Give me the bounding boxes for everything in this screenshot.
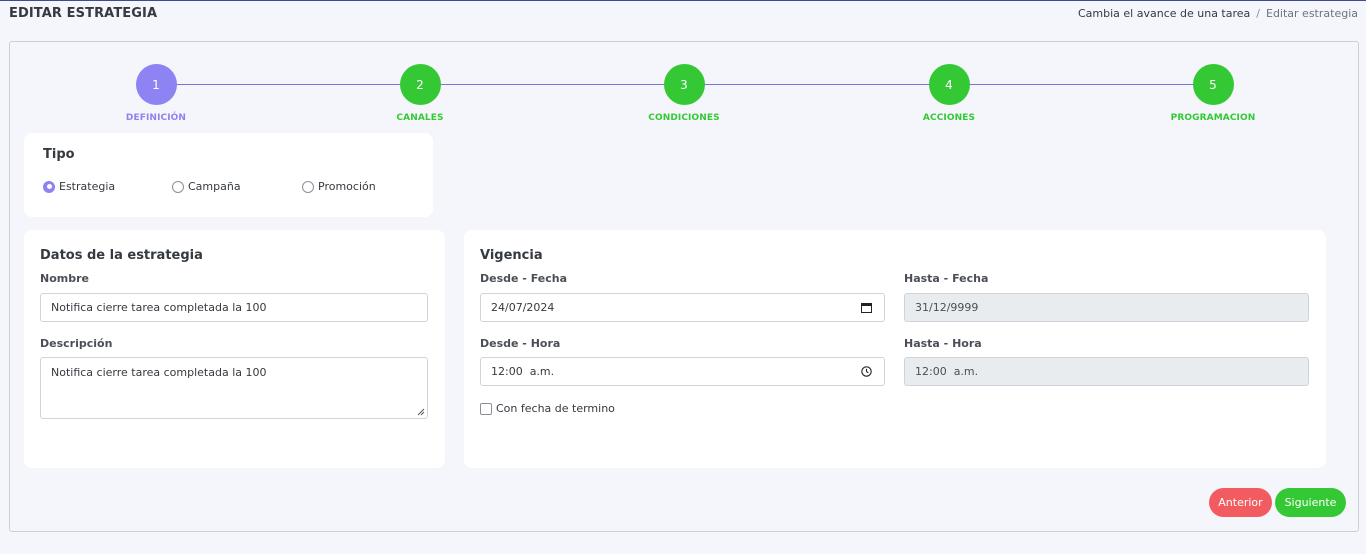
radio-promocion[interactable]: Promoción [302,180,376,193]
tipo-card: Tipo Estrategia Campaña Promoción [24,133,433,217]
step-label: DEFINICIÓN [125,113,187,123]
hasta-hora-label: Hasta - Hora [904,337,982,350]
descripcion-textarea[interactable]: Notifica cierre tarea completada la 100 [40,357,428,419]
step-programacion[interactable]: 5 PROGRAMACION [1153,64,1273,123]
hasta-fecha-value: 31/12/9999 [915,301,979,314]
desde-fecha-input[interactable]: 24/07/2024 [480,293,885,322]
step-label: CONDICIONES [648,113,720,123]
radio-unchecked-icon [302,180,314,193]
descripcion-value: Notifica cierre tarea completada la 100 [51,366,267,379]
vigencia-title: Vigencia [480,248,543,263]
checkbox-icon [480,402,492,415]
calendar-icon[interactable] [861,302,872,313]
radio-checked-icon [43,180,55,193]
step-circle: 4 [928,64,970,105]
desde-fecha-label: Desde - Fecha [480,272,568,285]
tipo-title: Tipo [43,147,75,162]
desde-fecha-value: 24/07/2024 [491,301,555,314]
hasta-fecha-label: Hasta - Fecha [904,272,989,285]
step-condiciones[interactable]: 3 CONDICIONES [624,64,744,123]
datos-title: Datos de la estrategia [40,248,203,263]
radio-label: Estrategia [59,180,116,193]
step-definicion[interactable]: 1 DEFINICIÓN [96,64,216,123]
nombre-label: Nombre [40,272,89,285]
desde-hora-value: 12:00 a.m. [491,365,555,378]
hasta-hora-input: 12:00 a.m. [904,357,1309,386]
hasta-hora-value: 12:00 a.m. [915,365,979,378]
con-fecha-termino-checkbox[interactable]: Con fecha de termino [480,402,615,415]
nombre-value: Notifica cierre tarea completada la 100 [51,301,267,314]
page-title: EDITAR ESTRATEGIA [9,6,158,21]
step-label: CANALES [396,113,444,123]
step-canales[interactable]: 2 CANALES [360,64,480,123]
nombre-input[interactable]: Notifica cierre tarea completada la 100 [40,293,428,322]
vigencia-card: Vigencia Desde - Fecha 24/07/2024 Hasta … [464,230,1326,468]
radio-label: Campaña [188,180,241,193]
radio-unchecked-icon [172,180,184,193]
desde-hora-input[interactable]: 12:00 a.m. [480,357,885,386]
radio-estrategia[interactable]: Estrategia [43,180,115,193]
wizard-container: 1 DEFINICIÓN 2 CANALES 3 CONDICIONES 4 A… [9,41,1359,532]
breadcrumb-item-parent[interactable]: Cambia el avance de una tarea [1078,7,1250,20]
radio-label: Promoción [318,180,376,193]
datos-card: Datos de la estrategia Nombre Notifica c… [24,230,445,468]
breadcrumb-separator: / [1256,7,1260,20]
desde-hora-label: Desde - Hora [480,337,561,350]
resize-grip-icon[interactable] [417,408,425,416]
step-circle: 5 [1192,64,1234,105]
siguiente-button[interactable]: Siguiente [1275,488,1346,517]
step-label: ACCIONES [922,113,976,123]
step-circle: 1 [135,64,177,105]
step-circle: 2 [399,64,441,105]
clock-icon[interactable] [861,366,872,377]
checkbox-label: Con fecha de termino [496,402,615,415]
descripcion-label: Descripción [40,337,113,350]
anterior-button[interactable]: Anterior [1209,488,1272,517]
breadcrumb-item-current: Editar estrategia [1266,7,1358,20]
step-label: PROGRAMACION [1170,113,1256,123]
hasta-fecha-input: 31/12/9999 [904,293,1309,322]
breadcrumb: Cambia el avance de una tarea / Editar e… [1078,7,1358,20]
step-acciones[interactable]: 4 ACCIONES [889,64,1009,123]
step-circle: 3 [663,64,705,105]
top-border [0,0,1366,1]
radio-campana[interactable]: Campaña [172,180,241,193]
